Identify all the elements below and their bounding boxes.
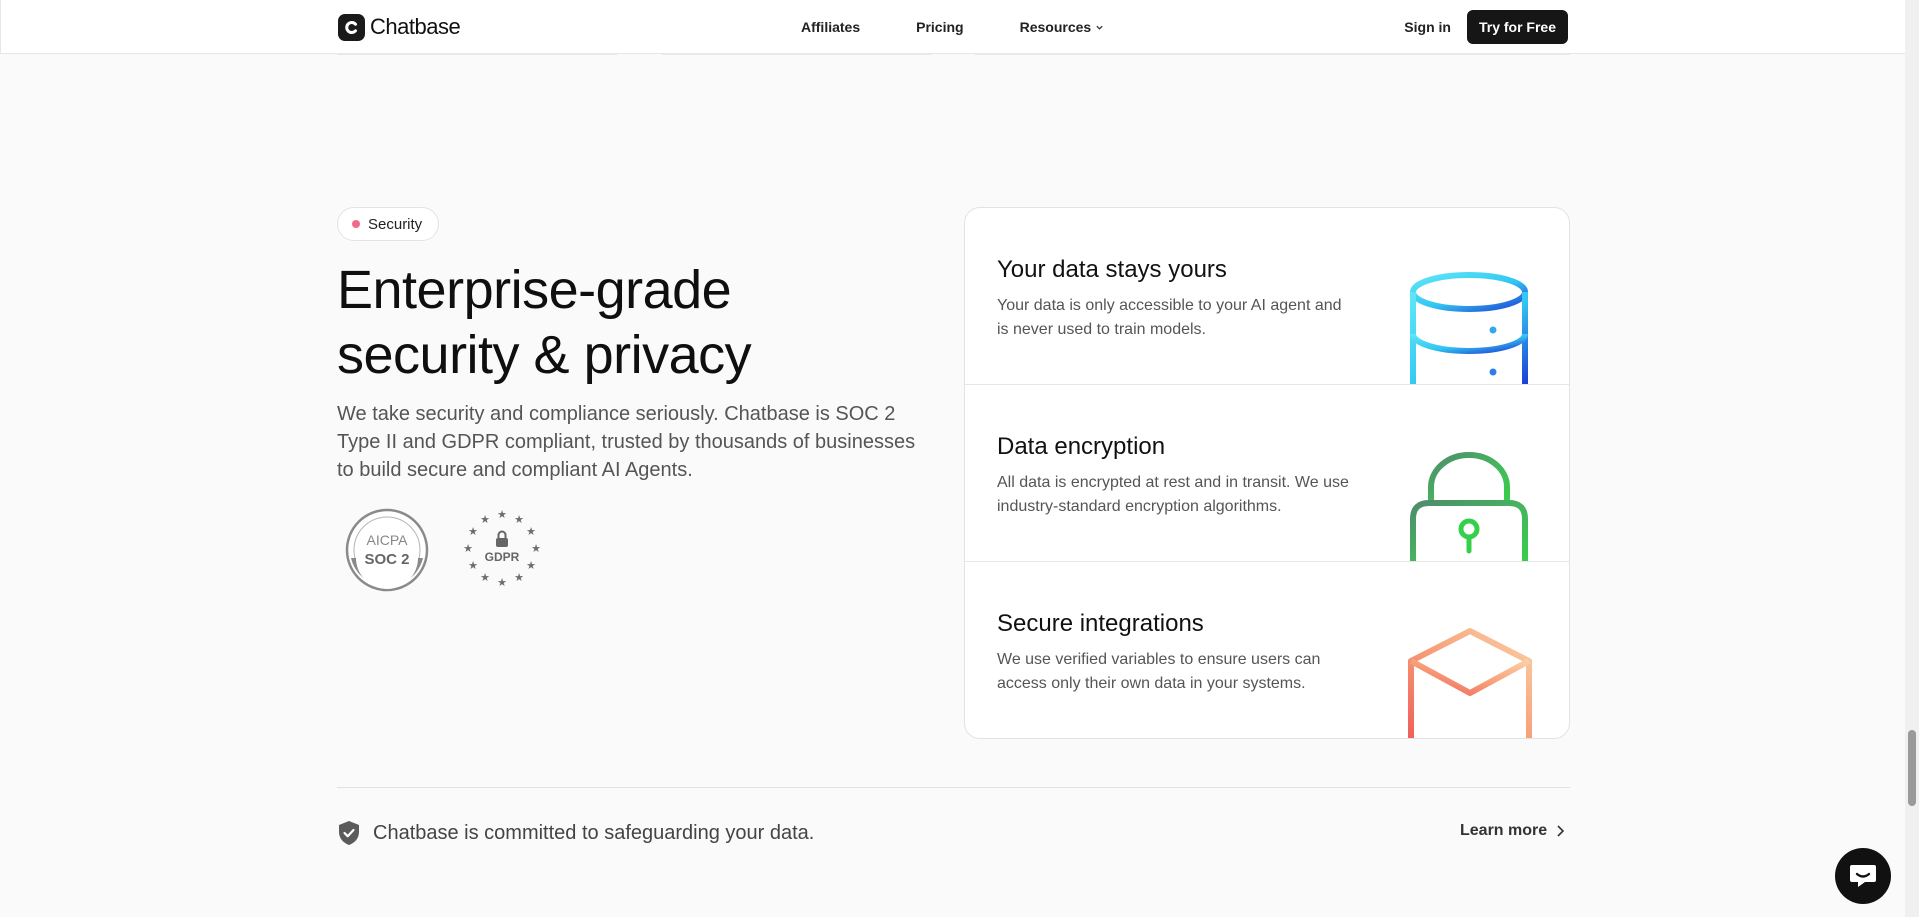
security-features-panel: Your data stays yours Your data is only … bbox=[964, 207, 1570, 739]
header-inner: Chatbase Affiliates Pricing Resources Si… bbox=[338, 0, 1568, 54]
learn-more-label: Learn more bbox=[1460, 822, 1548, 839]
chevron-right-icon bbox=[1557, 825, 1565, 837]
soc2-certification-badge: AICPA SOC 2 bbox=[345, 508, 429, 592]
chat-bubble-icon bbox=[1850, 865, 1876, 887]
badge-label: Security bbox=[368, 215, 423, 233]
chatbase-logo-icon bbox=[338, 13, 365, 41]
try-for-free-button[interactable]: Try for Free bbox=[1466, 10, 1568, 44]
nav-pricing[interactable]: Pricing bbox=[916, 19, 963, 35]
section-divider bbox=[337, 787, 1570, 788]
svg-text:★: ★ bbox=[531, 542, 541, 555]
section-heading: Enterprise-grade security & privacy bbox=[337, 258, 897, 388]
nav-resources[interactable]: Resources bbox=[1020, 19, 1105, 35]
feature-card-encryption: Data encryption All data is encrypted at… bbox=[965, 385, 1569, 562]
feature-text: Your data is only accessible to your AI … bbox=[997, 297, 1342, 338]
feature-text: We use verified variables to ensure user… bbox=[997, 651, 1321, 692]
section-description: We take security and compliance seriousl… bbox=[337, 403, 916, 481]
brand-name: Chatbase bbox=[370, 14, 461, 39]
scrollbar-thumb[interactable] bbox=[1908, 730, 1916, 806]
shield-check-icon bbox=[339, 821, 359, 845]
feature-title: Data encryption bbox=[997, 433, 1166, 460]
feature-card-data-ownership: Your data stays yours Your data is only … bbox=[965, 208, 1569, 385]
svg-text:★: ★ bbox=[514, 513, 524, 526]
svg-text:★: ★ bbox=[526, 559, 536, 572]
header-actions: Sign in Try for Free bbox=[1404, 10, 1568, 44]
feature-title: Your data stays yours bbox=[997, 256, 1227, 283]
main-nav: Affiliates Pricing Resources bbox=[801, 0, 1104, 54]
heading-line-2: security & privacy bbox=[337, 325, 752, 385]
security-badge: Security bbox=[337, 207, 440, 241]
feature-text: All data is encrypted at rest and in tra… bbox=[997, 474, 1349, 515]
svg-text:★: ★ bbox=[480, 513, 490, 526]
svg-text:★: ★ bbox=[497, 576, 507, 589]
nav-resources-label: Resources bbox=[1019, 19, 1092, 35]
header-shadow-line bbox=[662, 53, 932, 55]
svg-text:★: ★ bbox=[526, 525, 536, 538]
header-shadow-line bbox=[975, 53, 1570, 55]
svg-text:★: ★ bbox=[480, 571, 490, 584]
site-header: Chatbase Affiliates Pricing Resources Si… bbox=[0, 0, 1905, 54]
svg-text:★: ★ bbox=[468, 525, 478, 538]
brand-logo[interactable]: Chatbase bbox=[338, 13, 461, 41]
header-shadow-line bbox=[337, 53, 617, 55]
svg-text:★: ★ bbox=[463, 542, 473, 555]
lock-icon bbox=[1410, 452, 1528, 561]
commitment-text: Chatbase is committed to safeguarding yo… bbox=[373, 821, 815, 844]
feature-card-integrations: Secure integrations We use verified vari… bbox=[965, 562, 1569, 738]
badge-dot bbox=[352, 220, 360, 228]
sign-in-link[interactable]: Sign in bbox=[1404, 19, 1451, 35]
nav-affiliates[interactable]: Affiliates bbox=[801, 19, 860, 35]
chat-widget-button[interactable] bbox=[1835, 848, 1891, 904]
soc2-top-text: AICPA bbox=[367, 532, 409, 548]
soc2-bottom-text: SOC 2 bbox=[364, 551, 409, 568]
gdpr-certification-badge: ★ ★ ★ ★ ★ ★ ★ ★ ★ ★ ★ ★ GDPR bbox=[460, 508, 544, 592]
cube-icon bbox=[1408, 628, 1532, 738]
learn-more-link[interactable]: Learn more bbox=[1460, 822, 1565, 840]
svg-text:★: ★ bbox=[497, 508, 507, 521]
chevron-down-icon bbox=[1096, 25, 1103, 30]
database-icon bbox=[1410, 272, 1528, 384]
gdpr-text: GDPR bbox=[485, 550, 520, 564]
svg-text:★: ★ bbox=[468, 559, 478, 572]
commitment-statement: Chatbase is committed to safeguarding yo… bbox=[337, 820, 814, 846]
svg-text:★: ★ bbox=[514, 571, 524, 584]
heading-line-1: Enterprise-grade bbox=[337, 260, 732, 320]
feature-title: Secure integrations bbox=[997, 610, 1204, 637]
